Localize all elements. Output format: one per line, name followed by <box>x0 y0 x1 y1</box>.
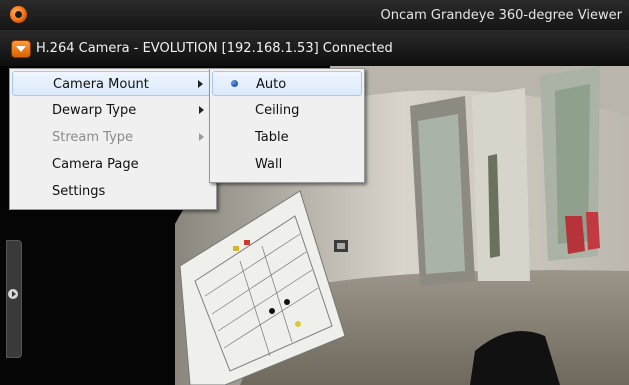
side-panel-toggle[interactable] <box>6 240 22 358</box>
submenu-arrow-icon <box>199 106 204 114</box>
menu-item-camera-mount[interactable]: Camera Mount <box>12 71 214 96</box>
submenu-arrow-icon <box>199 133 204 141</box>
window-title: Oncam Grandeye 360-degree Viewer <box>380 8 622 23</box>
menu-item-label: Dewarp Type <box>52 103 137 118</box>
menu-item-label: Camera Mount <box>53 77 149 92</box>
menu-item-label: Table <box>255 130 289 145</box>
menu-item-label: Ceiling <box>255 103 300 118</box>
menu-item-camera-page[interactable]: Camera Page <box>12 152 214 177</box>
menu-item-label: Stream Type <box>52 130 134 145</box>
camera-mount-submenu: Auto Ceiling Table Wall <box>209 68 365 183</box>
menu-item-label: Wall <box>255 157 283 172</box>
title-bar: Oncam Grandeye 360-degree Viewer <box>0 0 629 30</box>
mount-option-auto[interactable]: Auto <box>212 71 362 96</box>
menu-item-label: Auto <box>256 77 287 92</box>
expand-arrow-icon <box>8 289 18 299</box>
mount-option-table[interactable]: Table <box>212 125 362 150</box>
oncam-logo-icon[interactable] <box>10 6 27 23</box>
menu-item-label: Settings <box>52 184 106 199</box>
camera-status-text: H.264 Camera - EVOLUTION [192.168.1.53] … <box>36 41 393 56</box>
radio-selected-icon <box>231 80 238 87</box>
menu-item-label: Camera Page <box>52 157 139 172</box>
menu-item-settings[interactable]: Settings <box>12 179 214 204</box>
mount-option-wall[interactable]: Wall <box>212 152 362 177</box>
menu-item-dewarp-type[interactable]: Dewarp Type <box>12 98 214 123</box>
submenu-arrow-icon <box>198 80 203 88</box>
camera-menu-dropdown-icon[interactable] <box>11 40 31 58</box>
context-menu: Camera Mount Dewarp Type Stream Type Cam… <box>9 68 217 210</box>
mount-option-ceiling[interactable]: Ceiling <box>212 98 362 123</box>
menu-item-stream-type: Stream Type <box>12 125 214 150</box>
